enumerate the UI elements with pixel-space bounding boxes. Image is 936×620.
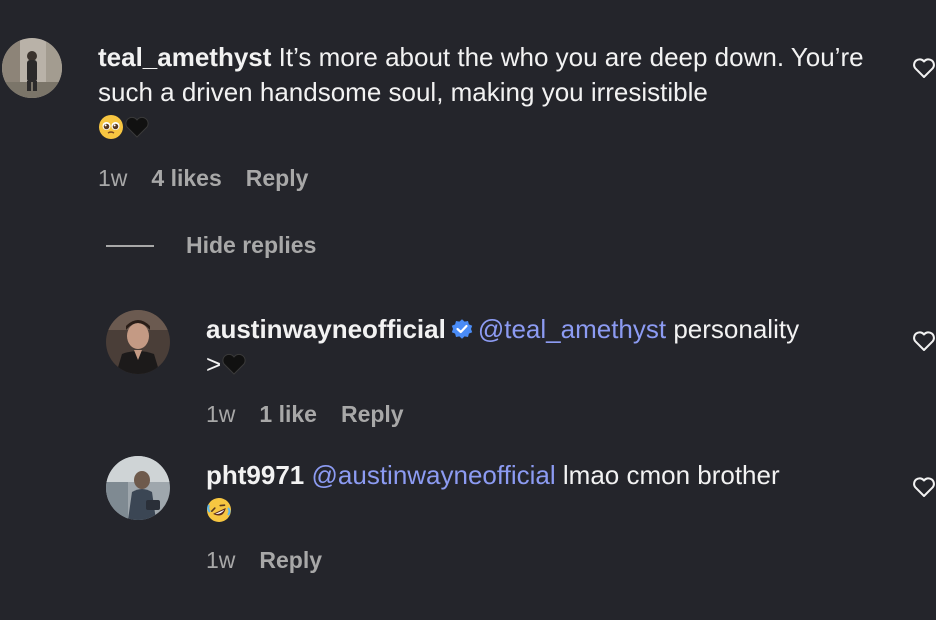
rolling-on-floor-laughing-emoji-icon: [206, 497, 232, 523]
divider-line: [106, 244, 154, 247]
reply-text: lmao cmon brother: [555, 460, 780, 490]
reply-body: austinwayneofficial @teal_amethyst perso…: [206, 312, 886, 382]
avatar-pht9971[interactable]: [106, 456, 170, 520]
reply-username[interactable]: pht9971: [206, 460, 304, 490]
reply-mention[interactable]: @austinwayneofficial: [312, 460, 556, 490]
reply-button[interactable]: Reply: [259, 546, 322, 574]
verified-badge-icon: [450, 315, 474, 339]
comment-meta: 1w 4 likes Reply: [98, 164, 332, 192]
reply-button[interactable]: Reply: [341, 400, 404, 428]
black-heart-emoji-icon: [124, 114, 150, 140]
reply-mention[interactable]: @teal_amethyst: [478, 314, 666, 344]
reply-meta: 1w 1 like Reply: [206, 400, 428, 428]
reply-button[interactable]: Reply: [246, 164, 309, 192]
hide-replies-button[interactable]: Hide replies: [106, 232, 316, 259]
reply-username[interactable]: austinwayneofficial: [206, 314, 446, 344]
like-heart-icon[interactable]: [912, 330, 936, 352]
like-heart-icon[interactable]: [912, 476, 936, 498]
comment-body: teal_amethyst It’s more about the who yo…: [98, 40, 888, 145]
reply-body: pht9971 @austinwayneofficial lmao cmon b…: [206, 458, 886, 528]
black-heart-emoji-icon: [221, 351, 247, 377]
comments-page: teal_amethyst It’s more about the who yo…: [0, 0, 936, 620]
reply-likes[interactable]: 1 like: [259, 400, 317, 428]
like-heart-icon[interactable]: [912, 57, 936, 79]
reply-text-2: >: [206, 349, 222, 379]
reply-time: 1w: [206, 401, 236, 427]
reply-meta: 1w Reply: [206, 546, 346, 574]
avatar-austinwayneofficial[interactable]: [106, 310, 170, 374]
pleading-face-emoji-icon: [98, 114, 124, 140]
comment-time: 1w: [98, 165, 128, 191]
comment-likes[interactable]: 4 likes: [151, 164, 221, 192]
hide-replies-label: Hide replies: [186, 232, 317, 258]
reply-text: personality: [666, 314, 800, 344]
avatar-teal-amethyst[interactable]: [2, 38, 62, 98]
comment-username[interactable]: teal_amethyst: [98, 42, 271, 72]
reply-time: 1w: [206, 547, 236, 573]
